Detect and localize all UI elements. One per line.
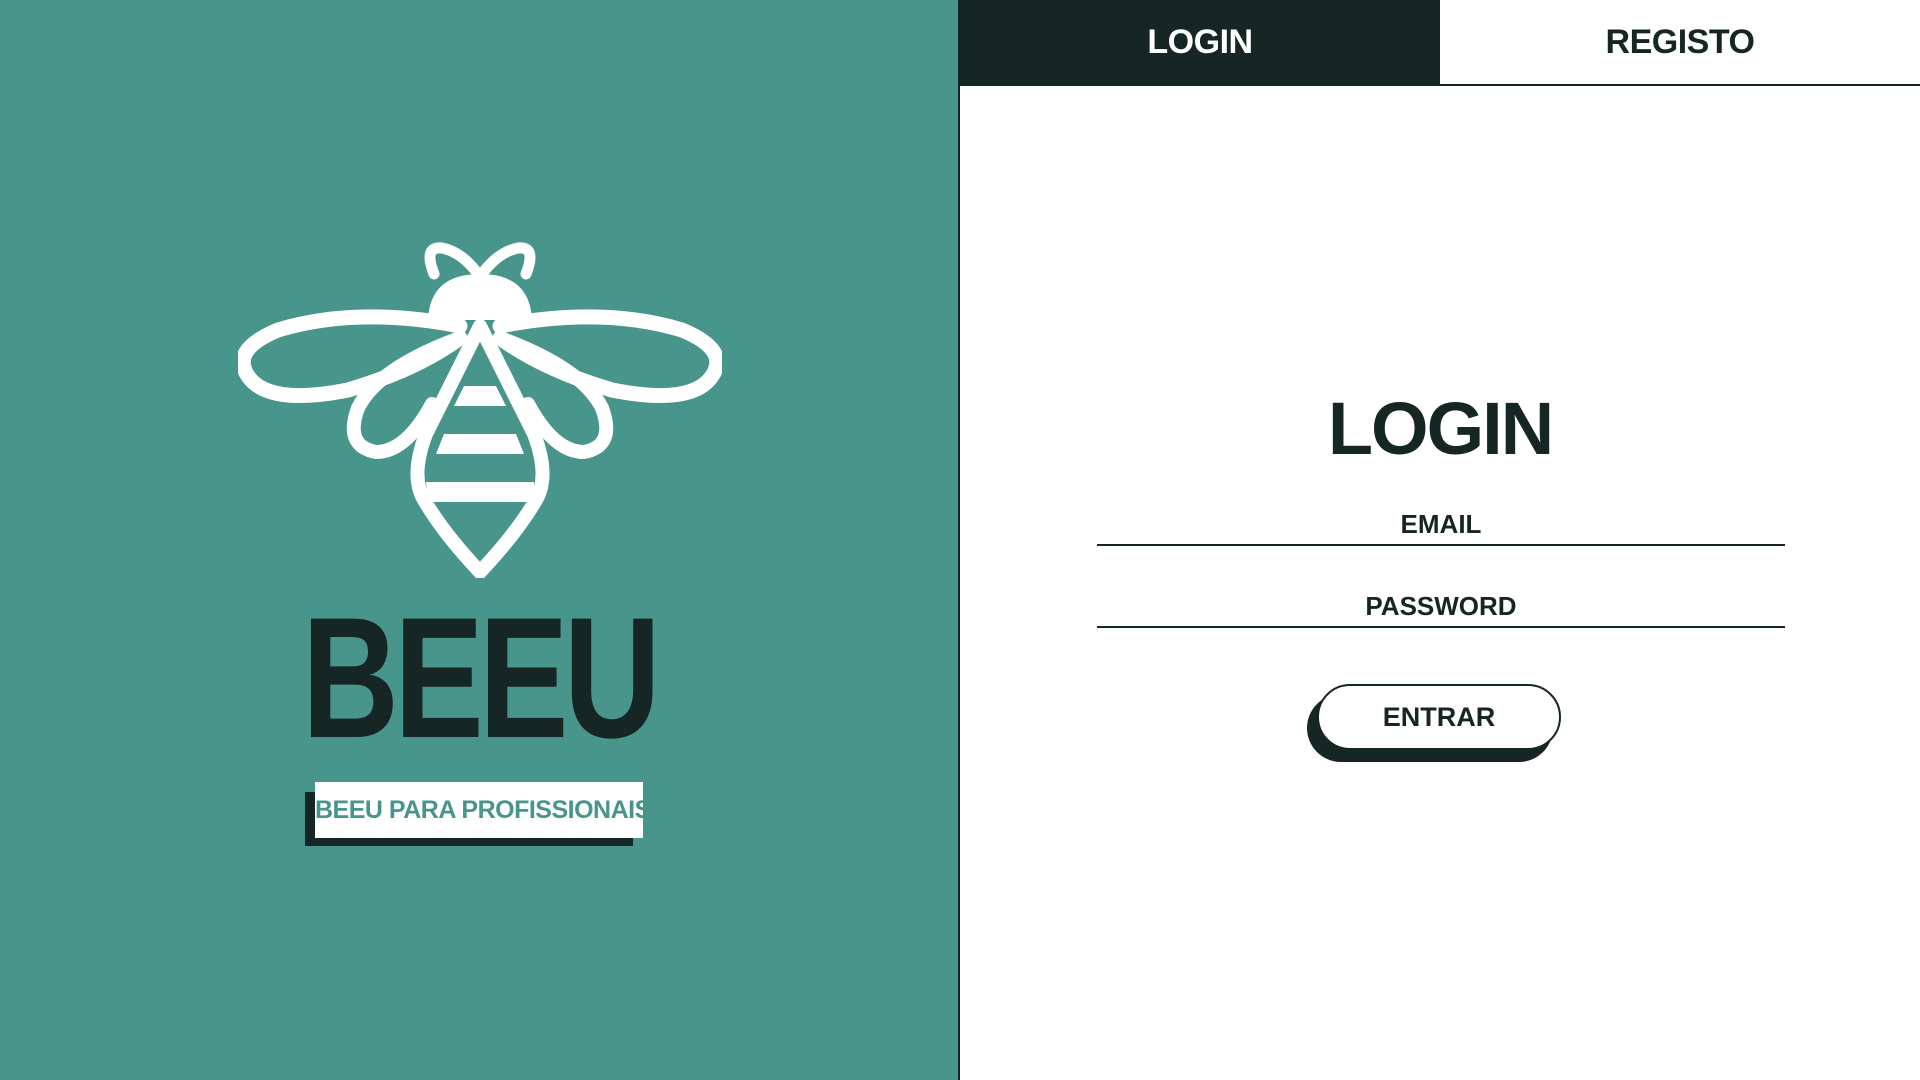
password-field[interactable]: [1097, 586, 1785, 628]
login-page: BEEU BEEU PARA PROFISSIONAIS? LOGIN REGI…: [0, 0, 1920, 1080]
auth-tabs: LOGIN REGISTO: [960, 0, 1920, 86]
tab-registo[interactable]: REGISTO: [1440, 0, 1920, 84]
brand-panel: BEEU BEEU PARA PROFISSIONAIS?: [0, 0, 960, 1080]
tab-login[interactable]: LOGIN: [960, 0, 1440, 84]
auth-panel: LOGIN REGISTO LOGIN ENTRAR: [960, 0, 1920, 1080]
professionals-link[interactable]: BEEU PARA PROFISSIONAIS?: [315, 782, 666, 838]
email-field[interactable]: [1097, 504, 1785, 546]
brand-name: BEEU: [301, 582, 661, 774]
enter-button[interactable]: ENTRAR: [1317, 684, 1561, 750]
pro-link-container: BEEU PARA PROFISSIONAIS?: [305, 782, 666, 846]
bee-icon: [238, 242, 722, 578]
submit-container: ENTRAR: [1307, 684, 1563, 764]
form-title: LOGIN: [1327, 387, 1554, 470]
